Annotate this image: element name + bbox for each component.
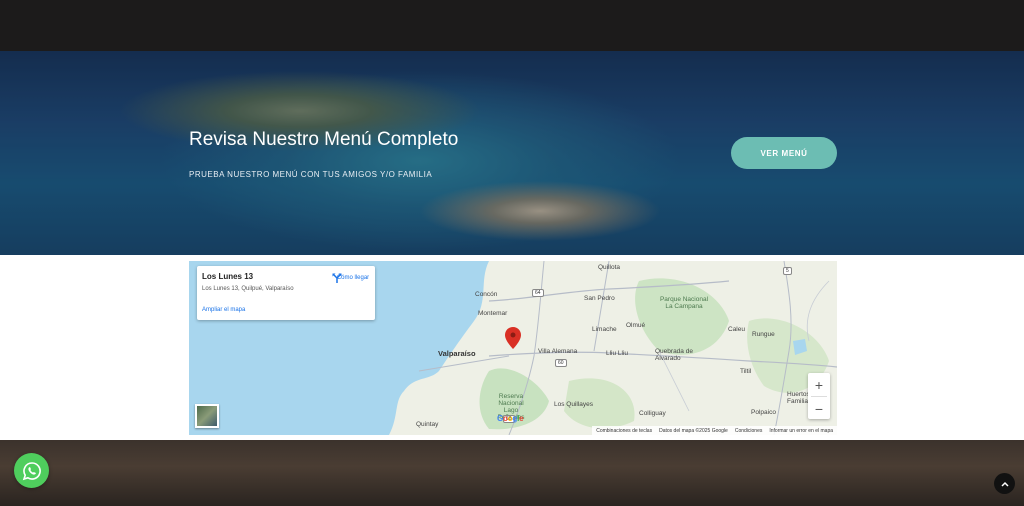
google-map[interactable]: Quillota Concón San Pedro Montemar Limac… bbox=[189, 261, 837, 435]
chevron-up-icon bbox=[1000, 481, 1009, 487]
place-name: Los Lunes 13 bbox=[202, 272, 254, 281]
directions-button[interactable]: Cómo llegar bbox=[331, 272, 375, 283]
map-label-montemar: Montemar bbox=[478, 310, 508, 317]
place-info-card: Los Lunes 13 Los Lunes 13, Quilpué, Valp… bbox=[197, 266, 375, 320]
map-label-colliguay: Colliguay bbox=[639, 410, 666, 417]
hero-subtitle: PRUEBA NUESTRO MENÚ CON TUS AMIGOS Y/O F… bbox=[189, 170, 433, 179]
view-menu-button[interactable]: VER MENÚ bbox=[731, 137, 837, 169]
hero-title: Revisa Nuestro Menú Completo bbox=[189, 129, 459, 150]
map-label-concon: Concón bbox=[475, 291, 498, 298]
road-shield-64: 64 bbox=[532, 289, 544, 297]
satellite-toggle-button[interactable] bbox=[195, 404, 219, 428]
map-section: Quillota Concón San Pedro Montemar Limac… bbox=[0, 255, 1024, 440]
map-label-parque: Parque Nacional La Campana bbox=[659, 296, 709, 310]
top-navbar bbox=[0, 0, 1024, 51]
map-label-polpaico: Polpaico bbox=[751, 409, 776, 416]
keyboard-shortcuts-link[interactable]: Combinaciones de teclas bbox=[596, 428, 652, 434]
back-to-top-button[interactable] bbox=[994, 473, 1015, 494]
hero-overlay bbox=[0, 51, 1024, 255]
whatsapp-button[interactable] bbox=[14, 453, 49, 488]
map-attribution-bar: Combinaciones de teclas Datos del mapa ©… bbox=[592, 426, 837, 435]
google-logo: Google bbox=[497, 414, 524, 423]
map-label-olmue: Olmué bbox=[626, 322, 646, 329]
place-address: Los Lunes 13, Quilpué, Valparaíso bbox=[202, 286, 294, 292]
map-label-quintay: Quintay bbox=[416, 421, 439, 428]
enlarge-map-link[interactable]: Ampliar el mapa bbox=[202, 307, 245, 313]
menu-hero-section: Revisa Nuestro Menú Completo PRUEBA NUES… bbox=[0, 51, 1024, 255]
map-label-los-quillayes: Los Quillayes bbox=[554, 401, 594, 408]
zoom-controls: + − bbox=[808, 373, 830, 419]
map-data-text: Datos del mapa ©2025 Google bbox=[659, 427, 728, 434]
map-label-caleu: Caleu bbox=[728, 326, 745, 333]
report-error-link[interactable]: Informar un error en el mapa bbox=[769, 428, 833, 434]
terms-link[interactable]: Condiciones bbox=[735, 428, 763, 434]
map-label-quillota: Quillota bbox=[598, 264, 621, 271]
road-shield-5: 5 bbox=[783, 267, 792, 275]
map-label-tiltil: Tiltil bbox=[740, 368, 752, 375]
map-label-quebrada: Quebrada de Alvarado bbox=[655, 348, 693, 362]
map-label-rungue: Rungue bbox=[752, 331, 775, 338]
map-label-villa-alemana: Villa Alemana bbox=[538, 348, 578, 355]
map-label-valparaiso: Valparaíso bbox=[438, 349, 476, 358]
whatsapp-icon bbox=[22, 461, 41, 480]
bottom-image-section bbox=[0, 440, 1024, 506]
map-label-san-pedro: San Pedro bbox=[584, 295, 615, 302]
zoom-out-button[interactable]: − bbox=[808, 397, 830, 420]
road-shield-60: 60 bbox=[555, 359, 567, 367]
directions-icon bbox=[332, 273, 342, 283]
google-logo-letter: e bbox=[519, 414, 524, 423]
map-label-lliu-lliu: Lliu Lliu bbox=[606, 350, 629, 357]
map-label-limache: Limache bbox=[592, 326, 617, 333]
zoom-in-button[interactable]: + bbox=[808, 373, 830, 396]
